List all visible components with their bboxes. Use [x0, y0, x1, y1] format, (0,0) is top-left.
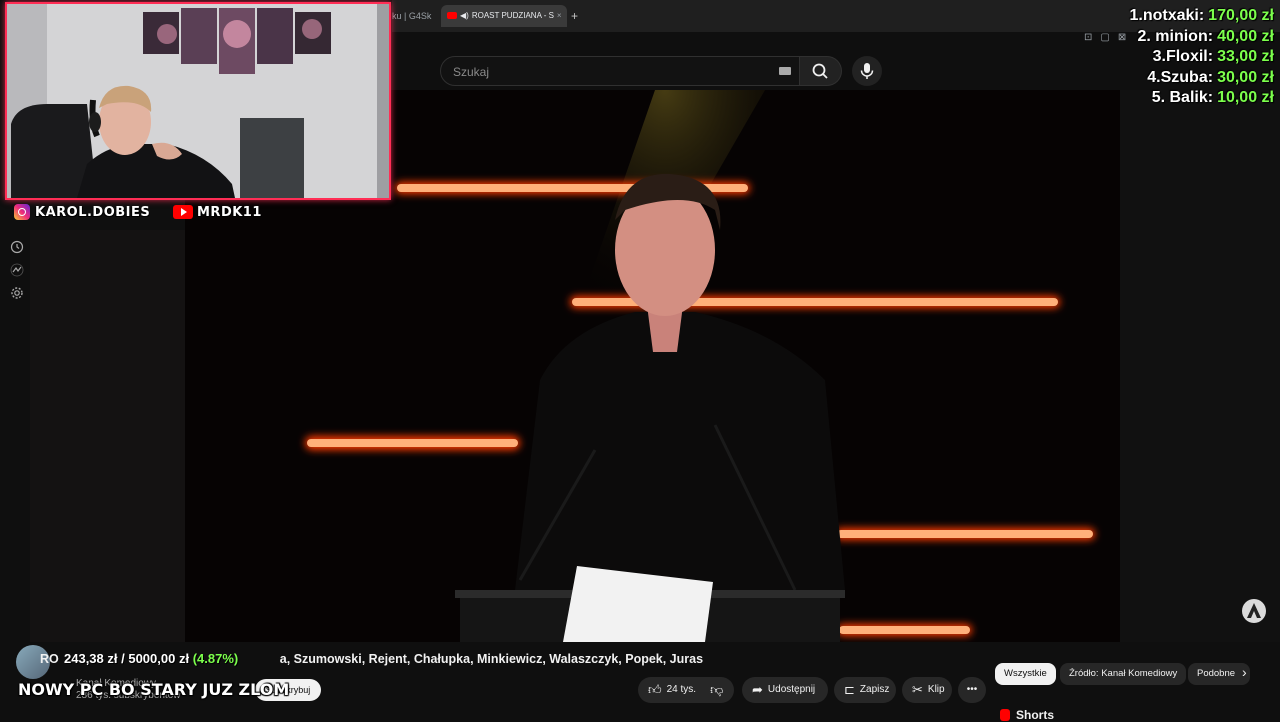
channel-watermark-icon[interactable] [1241, 598, 1267, 624]
donation-current: 243,38 zł [64, 651, 118, 666]
share-label: Udostępnij [767, 684, 816, 695]
new-tab-button[interactable]: + [571, 6, 578, 26]
chips-next-icon[interactable]: › [1242, 664, 1247, 680]
like-count[interactable]: 24 tys. [667, 677, 696, 703]
leaderboard-amount: 40,00 zł [1217, 27, 1274, 45]
bookmark-icon: ⊏ [844, 682, 855, 697]
microphone-icon [860, 63, 874, 79]
thumbs-up-icon[interactable]: 👍︎ [648, 677, 662, 703]
browser-tab-previous[interactable]: ku | G4Sk [392, 6, 431, 26]
stream-title-overlay: NOWY PC BO STARY JUZ ZLOM [18, 680, 290, 699]
donation-leaderboard: 1.notxaki: 170,00 zł 2. minion: 40,00 zł 3.F… [1129, 6, 1274, 109]
youtube-handle-text: MRDK11 [197, 204, 262, 220]
share-button[interactable]: ➦ Udostępnij [742, 677, 828, 703]
donation-separator: / [117, 651, 129, 666]
more-icon: ••• [966, 684, 978, 695]
save-label: Zapisz [859, 684, 890, 695]
donation-target: 5000,00 zł [128, 651, 190, 666]
leaderboard-row: 3.Floxil: 33,00 zł [1129, 47, 1274, 68]
search-icon [812, 63, 828, 79]
like-dislike-group: 👍︎ 24 tys. 👎︎ [638, 677, 734, 703]
clip-label: Klip [927, 684, 945, 695]
instagram-handle: KAROL.DOBIES [14, 203, 150, 221]
search-box [440, 56, 800, 87]
browser-tab-active[interactable]: ◀) ROAST PUDZIANA - S × [441, 5, 567, 27]
leaderboard-row: 1.notxaki: 170,00 zł [1129, 6, 1274, 27]
webcam-feed [7, 4, 389, 198]
leaderboard-amount: 33,00 zł [1217, 48, 1274, 65]
donation-percent: (4.87%) [192, 651, 239, 666]
donation-goal: 243,38 zł / 5000,00 zł (4.87%) [62, 651, 241, 666]
leaderboard-row: 4.Szuba: 30,00 zł [1129, 68, 1274, 89]
leaderboard-name: 2. minion: [1137, 27, 1214, 45]
sidebar-shadow [30, 230, 185, 642]
chair-back [240, 118, 304, 198]
leaderboard-amount: 30,00 zł [1217, 68, 1274, 86]
speaker-icon: ◀) [460, 11, 469, 20]
tab-title: ROAST PUDZIANA - S [471, 11, 554, 20]
search-input[interactable] [451, 57, 775, 87]
history-icon[interactable] [10, 240, 24, 254]
video-title-rest: a, Szumowski, Rejent, Chałupka, Minkiewi… [279, 652, 704, 666]
instagram-handle-text: KAROL.DOBIES [35, 204, 151, 220]
chip-similar[interactable]: Podobne [1188, 663, 1250, 685]
save-button[interactable]: ⊏ Zapisz [834, 677, 896, 703]
chip-all[interactable]: Wszystkie [995, 663, 1056, 685]
leaderboard-amount: 170,00 zł [1208, 7, 1274, 24]
settings-gear-icon[interactable] [10, 286, 24, 300]
video-side-panel [1120, 90, 1280, 642]
leaderboard-name: 1.notxaki: [1129, 7, 1205, 24]
window-icon[interactable]: ▢ [1100, 32, 1109, 43]
leaderboard-name: 3.Floxil: [1152, 48, 1214, 65]
leaderboard-name: 5. Balik: [1151, 89, 1214, 106]
shorts-icon [1000, 709, 1010, 721]
instagram-icon [14, 204, 30, 220]
chip-source-channel[interactable]: Źródło: Kanał Komediowy [1060, 663, 1187, 685]
video-title-prefix: RO [40, 652, 59, 666]
leaderboard-row: 2. minion: 40,00 zł [1129, 27, 1275, 48]
youtube-handle: MRDK11 [173, 203, 262, 221]
leaderboard-amount: 10,00 zł [1217, 89, 1274, 106]
more-actions-button[interactable]: ••• [958, 677, 986, 703]
keyboard-icon[interactable] [779, 67, 791, 75]
activity-icon[interactable] [10, 263, 24, 277]
youtube-icon [173, 205, 193, 219]
clip-button[interactable]: ✂ Klip [902, 677, 952, 703]
pin-icon[interactable]: ⊡ [1084, 32, 1092, 43]
leaderboard-name: 4.Szuba: [1147, 68, 1214, 86]
webcam-overlay [5, 2, 391, 200]
thumbs-down-icon[interactable]: 👎︎ [710, 677, 723, 703]
voice-search-button[interactable] [852, 56, 882, 86]
browser-toolbar-icons: ⊡ ▢ ⊠ [1084, 32, 1126, 43]
scissors-icon: ✂ [912, 682, 923, 697]
youtube-favicon-icon [447, 12, 457, 20]
share-icon: ➦ [752, 682, 763, 697]
tab-close-icon[interactable]: × [557, 11, 562, 20]
leaderboard-row: 5. Balik: 10,00 zł [1129, 88, 1274, 109]
search-button[interactable] [800, 56, 842, 86]
extension-icon[interactable]: ⊠ [1118, 32, 1126, 43]
